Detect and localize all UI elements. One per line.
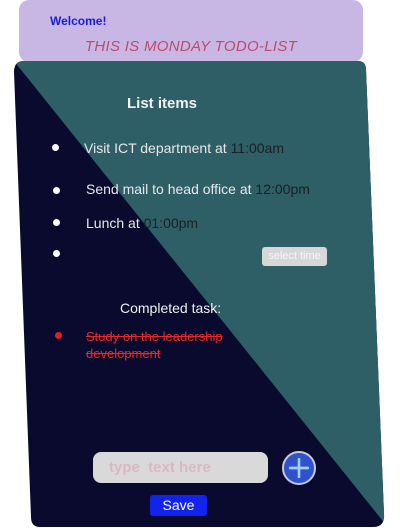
save-button[interactable]: Save [150, 495, 207, 516]
list-item[interactable]: Visit ICT department at 11:00am [84, 140, 284, 156]
list-item-time: 12:00pm [255, 181, 310, 197]
list-item-bullet [53, 187, 60, 194]
list-item-bullet [52, 144, 59, 151]
plus-icon [288, 457, 310, 479]
list-item-label: Visit ICT department at [84, 140, 231, 156]
select-time-button[interactable]: select time [262, 247, 327, 266]
completed-item-bullet [55, 332, 62, 339]
list-item[interactable]: Lunch at 01:00pm [86, 215, 198, 231]
add-task-button[interactable] [282, 451, 316, 485]
list-item-time: 11:00am [230, 140, 285, 156]
list-item-label: Send mail to head office at [86, 181, 256, 197]
list-item-label: Lunch at [86, 215, 144, 231]
completed-item[interactable]: Study on the leadership development [86, 328, 266, 362]
list-item-bullet [53, 250, 60, 257]
list-title: List items [127, 95, 198, 112]
completed-heading: Completed task: [120, 300, 222, 316]
todo-card-background [14, 61, 385, 527]
new-task-input[interactable] [93, 452, 268, 483]
list-item-bullet [53, 219, 60, 226]
list-item[interactable]: Send mail to head office at 12:00pm [86, 181, 310, 197]
list-item-time: 01:00pm [143, 215, 199, 231]
